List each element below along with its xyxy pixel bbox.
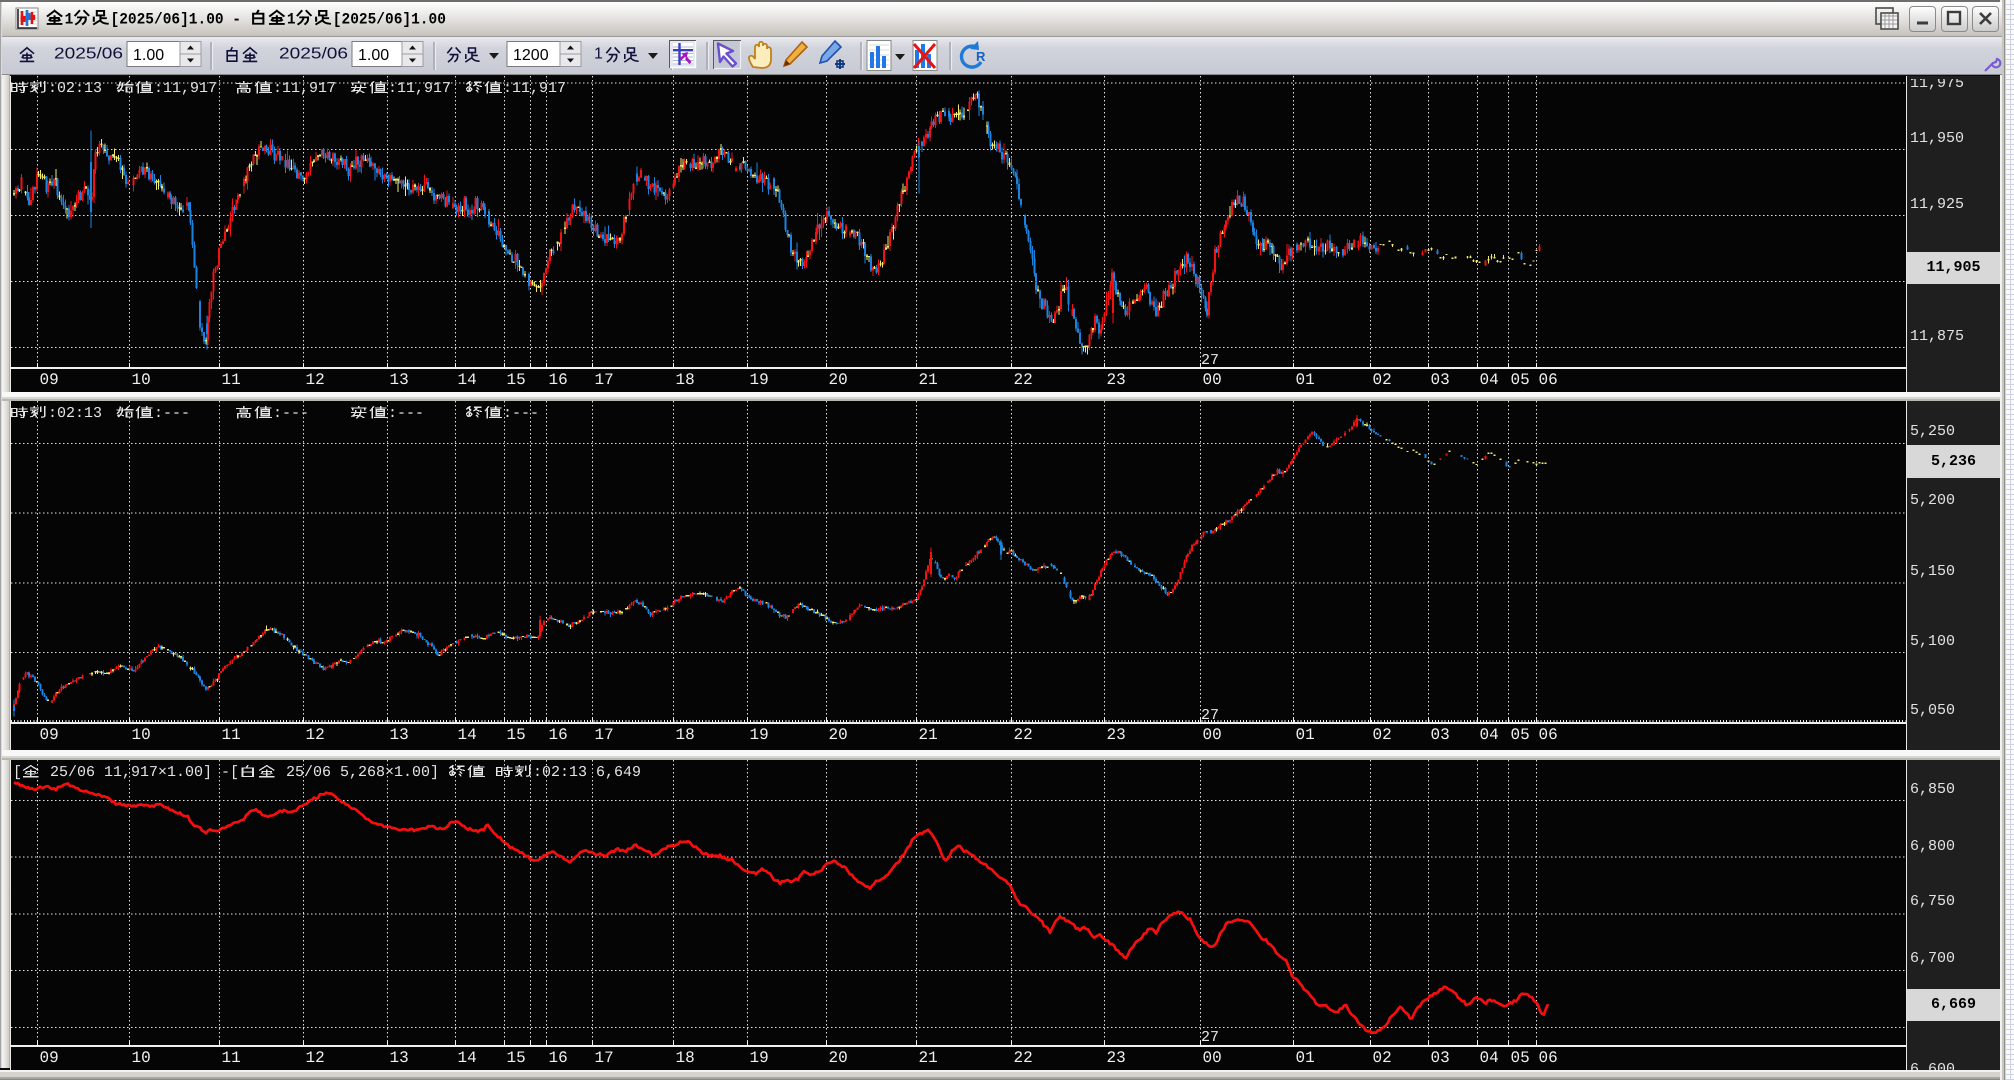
svg-text:14: 14 [458,371,477,389]
svg-text:19: 19 [750,371,769,389]
svg-text::---: :--- [154,405,190,422]
svg-text:09: 09 [40,726,59,744]
svg-text:01: 01 [1296,371,1315,389]
svg-text:15: 15 [507,371,526,389]
svg-text:09: 09 [40,371,59,389]
svg-text::02:13 6,649: :02:13 6,649 [533,764,641,781]
svg-text:12: 12 [306,1049,325,1067]
svg-text:10: 10 [132,726,151,744]
svg-text:21: 21 [919,1049,938,1067]
svg-text:03: 03 [1431,726,1450,744]
svg-text:×1.00] -[: ×1.00] -[ [158,764,239,781]
svg-text:10: 10 [132,371,151,389]
svg-text:04: 04 [1480,371,1499,389]
svg-text:12: 12 [306,726,325,744]
svg-text:16: 16 [549,1049,568,1067]
svg-text::02:13: :02:13 [48,405,102,422]
svg-text:[: [ [13,764,22,781]
svg-text:06: 06 [1539,1049,1558,1067]
svg-text:16: 16 [549,726,568,744]
svg-text:18: 18 [676,1049,695,1067]
svg-text:04: 04 [1480,1049,1499,1067]
svg-text:21: 21 [919,371,938,389]
svg-text:02: 02 [1373,726,1392,744]
svg-text:05: 05 [1511,371,1530,389]
svg-text:04: 04 [1480,726,1499,744]
svg-text:23: 23 [1107,371,1126,389]
svg-text::11,917: :11,917 [273,80,336,97]
svg-text:11: 11 [222,371,241,389]
svg-text:27: 27 [1201,707,1219,724]
svg-text:27: 27 [1201,352,1219,369]
svg-text:14: 14 [458,726,477,744]
svg-text::02:13: :02:13 [48,80,102,97]
svg-text:23: 23 [1107,726,1126,744]
svg-text:21: 21 [919,726,938,744]
svg-text:15: 15 [507,726,526,744]
svg-text:19: 19 [750,1049,769,1067]
svg-text:13: 13 [390,1049,409,1067]
svg-text:01: 01 [1296,726,1315,744]
svg-text:11: 11 [222,1049,241,1067]
svg-text:20: 20 [829,726,848,744]
svg-text:27: 27 [1201,1029,1219,1046]
svg-text:00: 00 [1203,1049,1222,1067]
svg-text::---: :--- [388,405,424,422]
svg-text:06: 06 [1539,726,1558,744]
svg-text:11: 11 [222,726,241,744]
svg-text:17: 17 [595,726,614,744]
svg-text:17: 17 [595,1049,614,1067]
svg-text:17: 17 [595,371,614,389]
svg-text:18: 18 [676,726,695,744]
svg-text:01: 01 [1296,1049,1315,1067]
svg-text:13: 13 [390,726,409,744]
svg-text::11,917: :11,917 [154,80,217,97]
svg-text::---: :--- [503,405,539,422]
svg-text:05: 05 [1511,1049,1530,1067]
svg-text::11,917: :11,917 [503,80,566,97]
svg-text:23: 23 [1107,1049,1126,1067]
svg-text:03: 03 [1431,371,1450,389]
svg-text:25/06 5,268×1.00]: 25/06 5,268×1.00] [277,764,448,781]
svg-text:22: 22 [1014,371,1033,389]
svg-text:20: 20 [829,371,848,389]
svg-text:14: 14 [458,1049,477,1067]
svg-text::---: :--- [273,405,309,422]
svg-text:19: 19 [750,726,769,744]
svg-text:16: 16 [549,371,568,389]
svg-text:10: 10 [132,1049,151,1067]
svg-text:06: 06 [1539,371,1558,389]
svg-text:00: 00 [1203,371,1222,389]
svg-text:02: 02 [1373,371,1392,389]
svg-text:18: 18 [676,371,695,389]
svg-text:22: 22 [1014,726,1033,744]
svg-text:13: 13 [390,371,409,389]
svg-text:25/06 11,917: 25/06 11,917 [41,764,158,781]
svg-text:15: 15 [507,1049,526,1067]
svg-text:12: 12 [306,371,325,389]
svg-text:05: 05 [1511,726,1530,744]
svg-text:02: 02 [1373,1049,1392,1067]
svg-text:03: 03 [1431,1049,1450,1067]
svg-text:09: 09 [40,1049,59,1067]
svg-text:22: 22 [1014,1049,1033,1067]
svg-text:20: 20 [829,1049,848,1067]
svg-text:00: 00 [1203,726,1222,744]
svg-text::11,917: :11,917 [388,80,451,97]
